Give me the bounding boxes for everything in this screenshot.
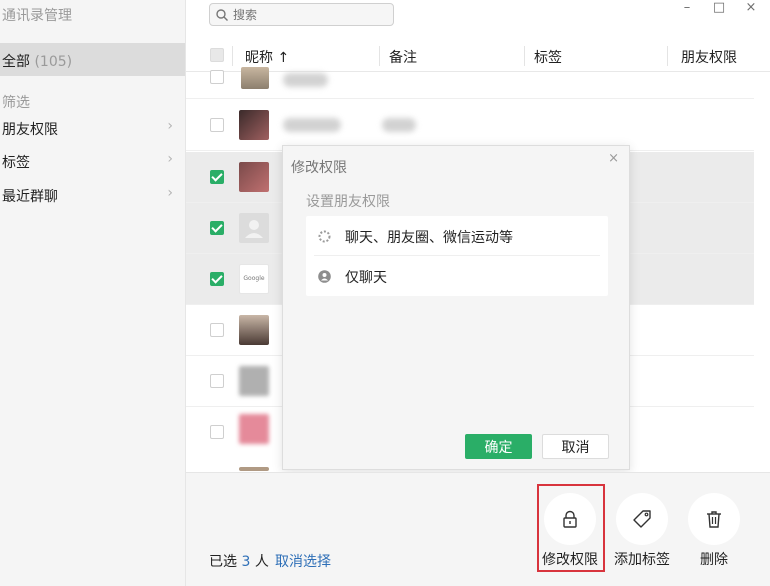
permission-heading: 设置朋友权限	[306, 194, 390, 210]
table-row[interactable]	[186, 67, 754, 99]
default-avatar-icon	[239, 213, 269, 243]
row-checkbox[interactable]	[210, 272, 224, 286]
person-icon	[318, 270, 331, 283]
search-box[interactable]	[209, 3, 394, 26]
row-checkbox[interactable]	[210, 221, 224, 235]
option-chat-moments[interactable]: 聊天、朋友圈、微信运动等	[306, 216, 608, 256]
blurred-name	[283, 73, 328, 87]
header-remark[interactable]: 备注	[389, 47, 417, 67]
chevron-right-icon: ›	[167, 151, 173, 167]
trash-icon	[707, 511, 721, 528]
permission-options: 聊天、朋友圈、微信运动等 仅聊天	[306, 216, 608, 296]
sidebar-item-tags[interactable]: 标签 ›	[0, 150, 185, 174]
action-label: 添加标签	[614, 552, 670, 568]
add-tag-button[interactable]: 添加标签	[607, 493, 677, 573]
row-checkbox[interactable]	[210, 170, 224, 184]
sidebar-item-recent-groups[interactable]: 最近群聊 ›	[0, 184, 185, 208]
dialog-title: 修改权限	[291, 160, 347, 176]
sidebar: 通讯录管理 全部 (105) 筛选 朋友权限 › 标签 › 最近群聊 ›	[0, 0, 186, 586]
close-window-button[interactable]: ×	[738, 0, 764, 18]
sidebar-item-friend-permission[interactable]: 朋友权限 ›	[0, 117, 185, 141]
sidebar-all-label: 全部	[2, 54, 30, 70]
option-label: 仅聊天	[345, 270, 387, 286]
header-tags[interactable]: 标签	[534, 47, 562, 67]
highlight-box	[537, 484, 605, 572]
close-icon[interactable]: ×	[608, 151, 619, 166]
header-nickname[interactable]: 昵称 ↑	[245, 47, 289, 67]
avatar	[241, 67, 269, 89]
selected-prefix: 已选	[209, 554, 237, 570]
sidebar-item-label: 标签	[2, 155, 30, 171]
confirm-button[interactable]: 确定	[465, 434, 532, 459]
table-row[interactable]	[186, 100, 754, 151]
row-checkbox[interactable]	[210, 374, 224, 388]
option-label: 聊天、朋友圈、微信运动等	[345, 230, 513, 246]
blurred-remark	[382, 118, 416, 132]
google-avatar: Google	[239, 264, 269, 294]
action-label: 删除	[700, 552, 728, 568]
cancel-button[interactable]: 取消	[542, 434, 609, 459]
selected-count: 3	[241, 554, 251, 570]
column-divider	[232, 46, 233, 66]
filter-heading: 筛选	[2, 95, 30, 111]
avatar	[239, 414, 269, 444]
column-divider	[379, 46, 380, 66]
row-checkbox[interactable]	[210, 323, 224, 337]
selected-summary: 已选 3 人	[209, 551, 269, 571]
header-permission[interactable]: 朋友权限	[681, 47, 737, 67]
row-checkbox[interactable]	[210, 118, 224, 132]
avatar	[239, 315, 269, 345]
avatar	[239, 366, 269, 396]
sidebar-all-count: (105)	[34, 54, 73, 70]
selected-suffix: 人	[254, 554, 269, 570]
avatar	[239, 162, 269, 192]
search-input[interactable]	[233, 6, 383, 23]
avatar	[239, 110, 269, 140]
chevron-right-icon: ›	[167, 118, 173, 134]
blurred-name	[283, 118, 341, 132]
sidebar-item-label: 最近群聊	[2, 189, 58, 205]
sidebar-item-label: 朋友权限	[2, 122, 58, 138]
row-checkbox[interactable]	[210, 70, 224, 84]
chevron-right-icon: ›	[167, 185, 173, 201]
app-title: 通讯录管理	[2, 8, 72, 24]
avatar	[239, 467, 269, 471]
delete-button[interactable]: 删除	[679, 493, 749, 573]
deselect-link[interactable]: 取消选择	[275, 551, 331, 571]
column-divider	[524, 46, 525, 66]
sidebar-item-all[interactable]: 全部 (105)	[0, 43, 185, 76]
select-all-checkbox[interactable]	[210, 48, 224, 62]
loading-radio-icon	[318, 230, 331, 243]
minimize-button[interactable]: –	[674, 0, 700, 18]
column-divider	[667, 46, 668, 66]
maximize-button[interactable]: □	[706, 0, 732, 18]
row-checkbox[interactable]	[210, 425, 224, 439]
modify-permission-dialog: 修改权限 × 设置朋友权限 聊天、朋友圈、微信运动等 仅聊天 确定 取消	[282, 145, 630, 470]
search-icon	[216, 9, 228, 21]
option-chat-only[interactable]: 仅聊天	[306, 256, 608, 296]
tag-icon	[633, 510, 651, 528]
table-header: 昵称 ↑ 备注 标签 朋友权限	[186, 40, 770, 72]
bottom-action-bar: 已选 3 人 取消选择 修改权限 添加标签 删除	[186, 472, 770, 586]
